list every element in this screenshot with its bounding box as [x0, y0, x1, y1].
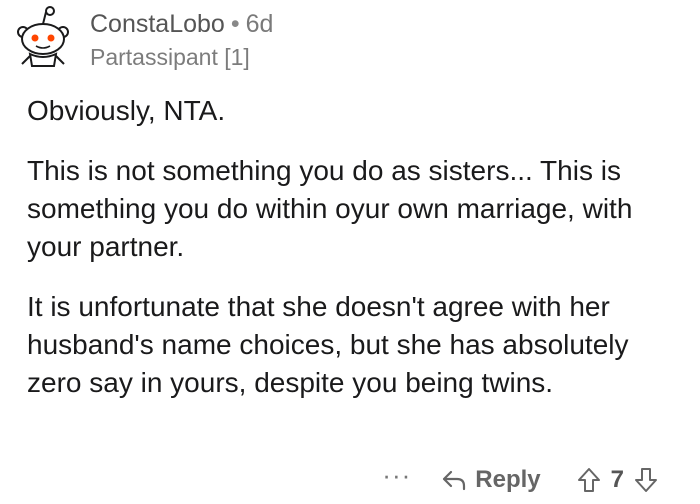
- vote-controls: 7: [577, 466, 658, 494]
- meta-separator: •: [230, 10, 240, 38]
- comment-actions: ··· Reply 7: [382, 462, 658, 498]
- vote-score: 7: [610, 466, 624, 493]
- user-flair: Partassipant [1]: [90, 44, 250, 70]
- more-options-button[interactable]: ···: [382, 462, 411, 495]
- downvote-arrow-icon[interactable]: [634, 467, 658, 493]
- comment-body: Obviously, NTA. This is not something yo…: [27, 92, 687, 424]
- author-line: ConstaLobo • 6d: [90, 8, 273, 40]
- comment-paragraph: Obviously, NTA.: [27, 95, 226, 126]
- avatar[interactable]: [10, 4, 76, 70]
- comment-header: ConstaLobo • 6d Partassipant [1]: [90, 8, 273, 72]
- comment-paragraph: This is not something you do as sisters.…: [27, 155, 633, 262]
- author-username[interactable]: ConstaLobo: [90, 10, 225, 38]
- reddit-snoo-icon: [17, 6, 69, 67]
- comment-paragraph: It is unfortunate that she doesn't agree…: [27, 291, 629, 398]
- upvote-arrow-icon[interactable]: [577, 467, 601, 493]
- comment: ConstaLobo • 6d Partassipant [1] Obviously…: [0, 0, 700, 504]
- reply-arrow-icon: [443, 470, 466, 491]
- reply-button[interactable]: Reply: [441, 466, 541, 494]
- comment-age: 6d: [245, 10, 274, 38]
- reply-label: Reply: [475, 466, 541, 493]
